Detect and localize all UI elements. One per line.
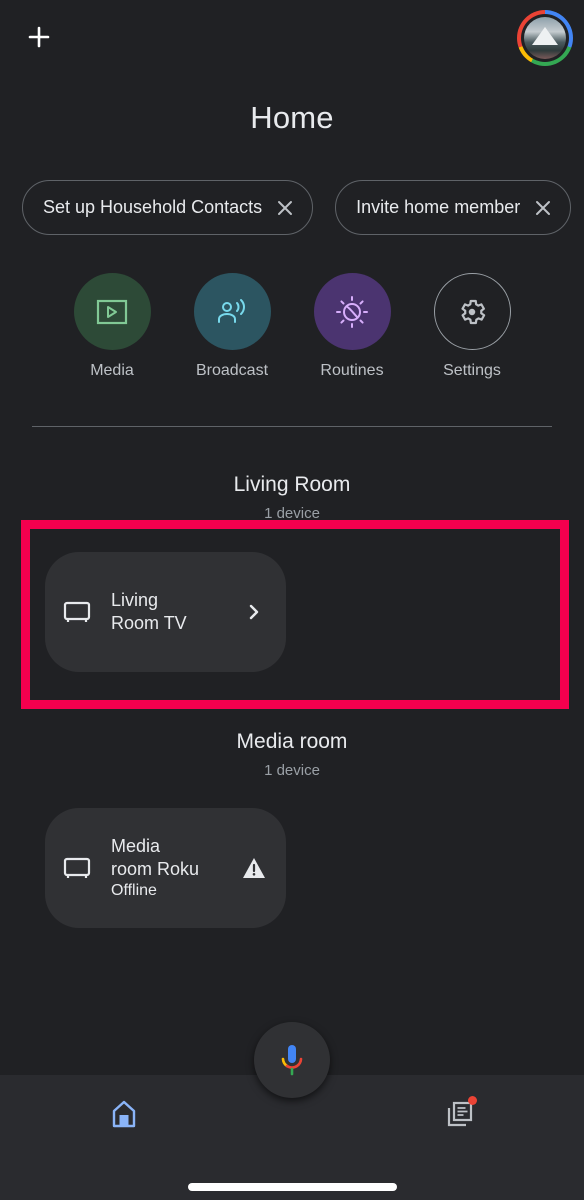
- add-button[interactable]: [24, 22, 54, 52]
- device-name-line2: Room TV: [111, 613, 187, 633]
- chevron-right-icon: [242, 600, 266, 624]
- media-label: Media: [90, 362, 134, 379]
- routines-circle: [313, 273, 391, 350]
- gear-icon: [461, 299, 486, 324]
- routines-icon: [336, 295, 368, 328]
- chip-invite-member[interactable]: Invite home member: [335, 180, 572, 235]
- assistant-mic-button[interactable]: [254, 1022, 330, 1098]
- page-title: Home: [250, 100, 334, 135]
- device-name-line1: Living: [111, 590, 159, 610]
- settings-button[interactable]: Settings: [422, 273, 522, 380]
- suggestion-chips: Set up Household Contacts Invite home me…: [22, 180, 572, 235]
- close-icon[interactable]: [276, 199, 294, 217]
- account-avatar[interactable]: [517, 10, 573, 66]
- broadcast-icon: [218, 298, 245, 323]
- device-name-line2: room Roku: [111, 859, 200, 879]
- notification-badge: [468, 1096, 477, 1105]
- routines-label: Routines: [320, 362, 384, 379]
- device-status: Offline: [111, 882, 157, 899]
- device-text: Living Room TV: [111, 589, 231, 635]
- device-name-line1: Media: [111, 836, 161, 856]
- tv-icon: [63, 601, 91, 622]
- close-icon[interactable]: [534, 199, 552, 217]
- device-card-media-room-roku[interactable]: Media room Roku Offline: [45, 808, 286, 928]
- settings-label: Settings: [443, 362, 501, 379]
- device-card-living-room-tv[interactable]: Living Room TV: [45, 552, 286, 672]
- room-device-count: 1 device: [264, 762, 320, 779]
- chip-label: Set up Household Contacts: [43, 197, 263, 217]
- settings-circle: [433, 273, 511, 350]
- chip-label: Invite home member: [356, 197, 521, 217]
- media-circle: [73, 273, 151, 350]
- tv-icon: [63, 857, 91, 878]
- google-assistant-mic-icon: [281, 1045, 303, 1076]
- room-title-media-room: Media room: [236, 730, 348, 753]
- section-divider: [32, 426, 552, 427]
- broadcast-button[interactable]: Broadcast: [182, 273, 282, 380]
- nav-home-tab[interactable]: [106, 1096, 142, 1132]
- room-title-living-room: Living Room: [233, 473, 351, 496]
- media-button[interactable]: Media: [62, 273, 162, 380]
- device-text: Media room Roku Offline: [111, 835, 231, 901]
- home-icon: [112, 1100, 136, 1128]
- media-play-icon: [96, 299, 128, 324]
- warning-icon: [242, 856, 266, 880]
- broadcast-label: Broadcast: [195, 362, 269, 379]
- avatar-photo: [524, 17, 566, 59]
- home-indicator[interactable]: [188, 1183, 397, 1191]
- broadcast-circle: [193, 273, 271, 350]
- nav-feed-tab[interactable]: [440, 1094, 480, 1134]
- chip-household-contacts[interactable]: Set up Household Contacts: [22, 180, 314, 235]
- plus-icon: [28, 26, 50, 48]
- routines-button[interactable]: Routines: [302, 273, 402, 380]
